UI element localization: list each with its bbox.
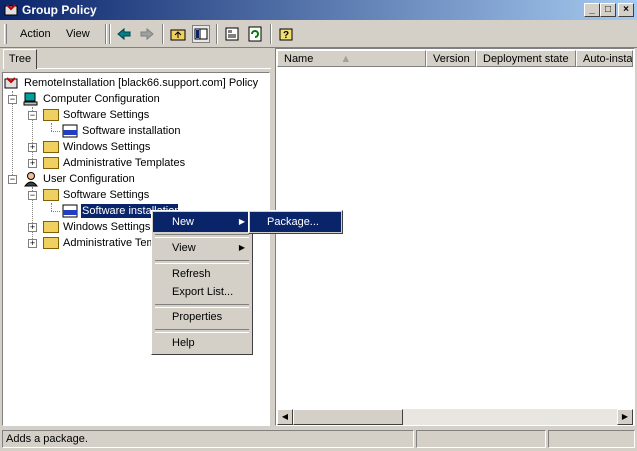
toolbar-separator: [216, 24, 218, 44]
action-menu[interactable]: Action: [14, 24, 57, 44]
details-pane[interactable]: [275, 48, 635, 426]
tab-strip-edge: [37, 68, 271, 69]
tab-tree[interactable]: Tree: [3, 49, 37, 69]
tree-item-windows-settings[interactable]: Windows Settings: [63, 139, 150, 155]
help-icon[interactable]: ?: [277, 25, 295, 43]
tree-item-computer-configuration[interactable]: Computer Configuration: [43, 91, 160, 107]
menu-item-help[interactable]: Help: [153, 333, 251, 353]
status-panel-2: [416, 430, 546, 448]
collapse-icon[interactable]: −: [8, 95, 17, 104]
tree-item-software-installation[interactable]: Software installation: [82, 123, 180, 139]
column-header-deployment-state[interactable]: Deployment state: [476, 50, 576, 67]
tree-item-user-configuration[interactable]: User Configuration: [43, 171, 135, 187]
column-header-auto-install[interactable]: Auto-instal: [576, 50, 633, 67]
toolbar-separator: [270, 24, 272, 44]
computer-icon: [23, 91, 39, 107]
folder-icon: [43, 141, 59, 153]
tree-line: [51, 123, 52, 131]
expand-icon[interactable]: +: [28, 143, 37, 152]
column-header-name[interactable]: Name ▲: [277, 50, 426, 67]
tree-item-user-software-settings[interactable]: Software Settings: [63, 187, 149, 203]
app-icon: [4, 3, 18, 17]
expand-icon[interactable]: +: [28, 159, 37, 168]
expand-icon[interactable]: +: [28, 223, 37, 232]
tree-line: [51, 211, 60, 212]
toolbar-separator: [109, 24, 111, 44]
status-panel-3: [548, 430, 635, 448]
minimize-button[interactable]: _: [584, 3, 600, 17]
tree-line: [12, 91, 13, 181]
tree-item-user-windows-settings[interactable]: Windows Settings: [63, 219, 150, 235]
tree-item-software-settings[interactable]: Software Settings: [63, 107, 149, 123]
user-icon: [23, 171, 39, 187]
view-menu-label: View: [66, 28, 90, 40]
window-title: Group Policy: [22, 3, 97, 17]
tree-line: [51, 203, 52, 211]
scroll-left-button[interactable]: ◀: [277, 409, 293, 425]
up-folder-icon[interactable]: [169, 25, 187, 43]
folder-icon: [43, 157, 59, 169]
folder-icon: [43, 189, 59, 201]
sort-ascending-icon: ▲: [340, 53, 352, 65]
expand-icon[interactable]: +: [28, 239, 37, 248]
menu-item-package[interactable]: Package...: [250, 212, 341, 232]
folder-icon: [43, 237, 59, 249]
toolbar-separator: [105, 24, 107, 44]
svg-text:?: ?: [283, 30, 289, 41]
column-name-label: Name: [284, 53, 314, 65]
refresh-icon[interactable]: [246, 25, 264, 43]
menu-item-new-label: New: [172, 216, 195, 228]
tree-item-root[interactable]: RemoteInstallation [black66.support.com]…: [24, 75, 258, 91]
submenu-arrow-icon: ▶: [238, 243, 245, 252]
collapse-icon[interactable]: −: [8, 175, 17, 184]
view-menu[interactable]: View: [60, 24, 96, 44]
toolbar-grip: [4, 24, 7, 44]
scroll-right-button[interactable]: ▶: [617, 409, 633, 425]
collapse-icon[interactable]: −: [28, 191, 37, 200]
software-installation-icon: [62, 123, 78, 139]
action-menu-label: Action: [20, 28, 51, 40]
properties-icon[interactable]: [223, 25, 241, 43]
policy-root-icon: [4, 75, 20, 91]
folder-icon: [43, 221, 59, 233]
show-hide-tree-icon[interactable]: [192, 25, 210, 43]
folder-icon: [43, 109, 59, 121]
column-header-version[interactable]: Version: [426, 50, 476, 67]
status-text: Adds a package.: [2, 430, 414, 448]
back-icon[interactable]: [115, 25, 133, 43]
menu-item-new[interactable]: New ▶: [153, 212, 251, 232]
toolbar-separator: [162, 24, 164, 44]
menu-item-view-label: View: [172, 242, 196, 254]
menu-item-refresh[interactable]: Refresh: [153, 264, 251, 284]
maximize-button[interactable]: □: [600, 3, 616, 17]
menu-item-export-list[interactable]: Export List...: [153, 282, 251, 302]
forward-icon[interactable]: [138, 25, 156, 43]
submenu-arrow-icon: ▶: [238, 217, 245, 226]
software-installation-icon: [62, 203, 78, 219]
collapse-icon[interactable]: −: [28, 111, 37, 120]
tree-item-administrative-templates[interactable]: Administrative Templates: [63, 155, 185, 171]
menu-item-view[interactable]: View ▶: [153, 238, 251, 258]
scroll-thumb[interactable]: [293, 409, 403, 425]
menu-item-properties[interactable]: Properties: [153, 307, 251, 327]
tree-line: [51, 131, 60, 132]
close-button[interactable]: ×: [618, 3, 634, 17]
